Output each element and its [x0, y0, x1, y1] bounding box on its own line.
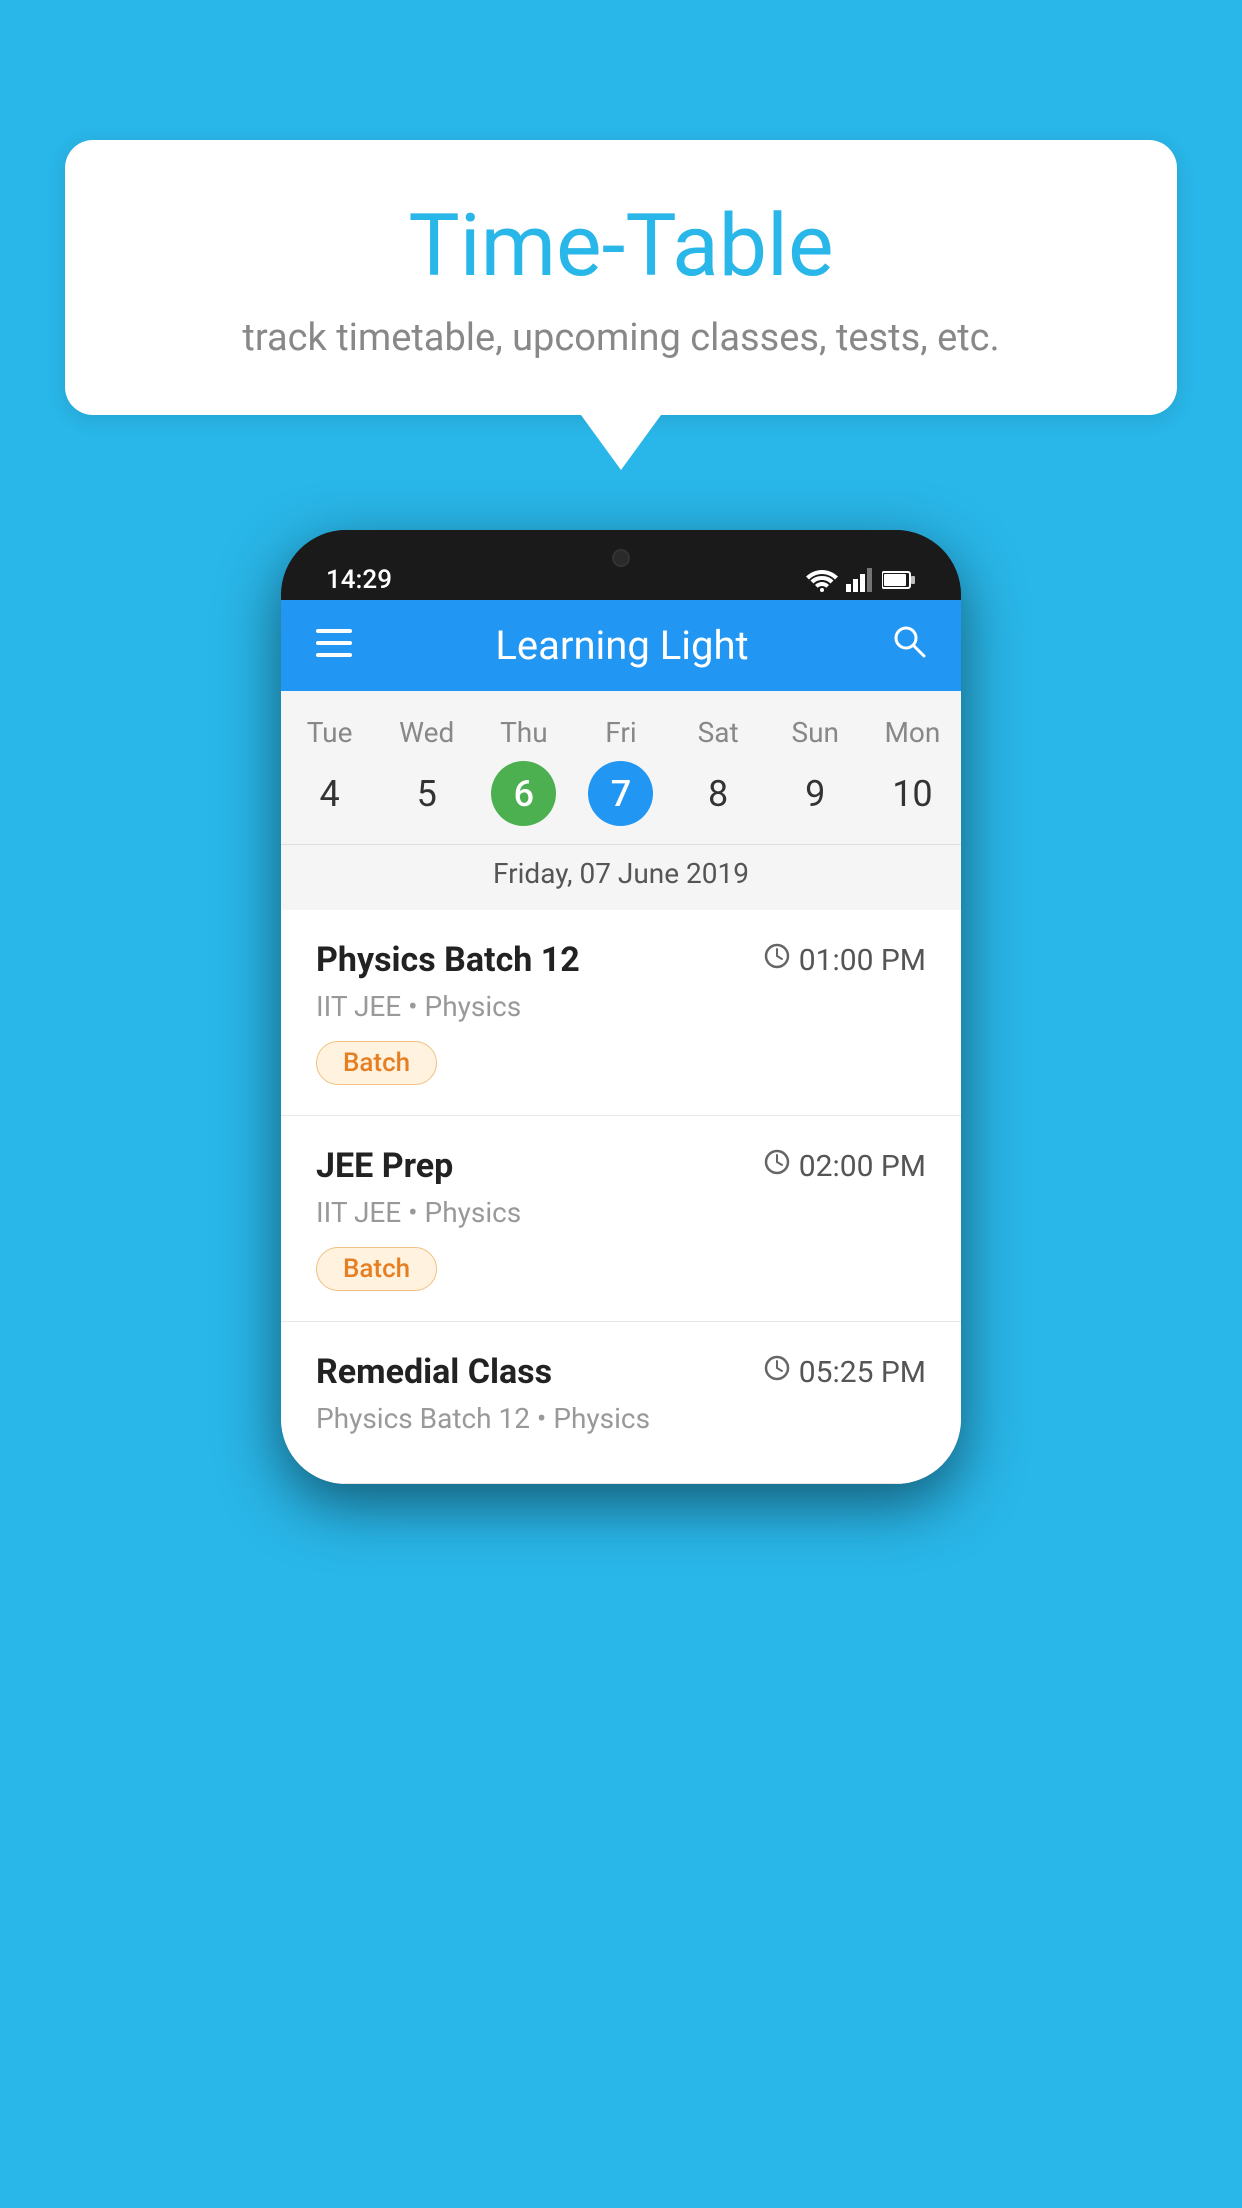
day-header-fri: Fri: [572, 716, 669, 749]
clock-icon-1: [763, 942, 791, 978]
feature-subtitle: track timetable, upcoming classes, tests…: [125, 316, 1117, 360]
schedule-item-1-time: 01:00 PM: [763, 942, 926, 978]
schedule-item-3-title: Remedial Class: [316, 1352, 552, 1392]
batch-badge-1: Batch: [316, 1041, 437, 1085]
day-10[interactable]: 10: [880, 761, 945, 826]
hamburger-icon[interactable]: [316, 629, 352, 663]
day-header-wed: Wed: [378, 716, 475, 749]
schedule-item-1-meta: IIT JEE • Physics: [316, 990, 926, 1023]
selected-date-label: Friday, 07 June 2019: [281, 844, 961, 910]
app-title: Learning Light: [495, 622, 748, 669]
schedule-item-3-header: Remedial Class 05:25 PM: [316, 1352, 926, 1392]
day-header-sun: Sun: [767, 716, 864, 749]
calendar-strip: Tue Wed Thu Fri Sat Sun Mon 4 5 6 7 8 9 …: [281, 691, 961, 910]
status-time: 14:29: [326, 565, 392, 595]
phone-header: 14:29: [281, 530, 961, 600]
schedule-item-3-meta: Physics Batch 12 • Physics: [316, 1402, 926, 1435]
speech-bubble-card: Time-Table track timetable, upcoming cla…: [65, 140, 1177, 415]
phone-mockup-container: 14:29: [65, 530, 1177, 1484]
speech-bubble-section: Time-Table track timetable, upcoming cla…: [65, 140, 1177, 470]
day-header-tue: Tue: [281, 716, 378, 749]
schedule-item-2-header: JEE Prep 02:00 PM: [316, 1146, 926, 1186]
signal-icon: [846, 568, 874, 592]
app-bar: Learning Light: [281, 600, 961, 691]
day-numbers: 4 5 6 7 8 9 10: [281, 761, 961, 826]
clock-icon-2: [763, 1148, 791, 1184]
day-header-mon: Mon: [864, 716, 961, 749]
day-9[interactable]: 9: [783, 761, 848, 826]
day-8[interactable]: 8: [686, 761, 751, 826]
schedule-item-3-time: 05:25 PM: [763, 1354, 926, 1390]
schedule-item-3[interactable]: Remedial Class 05:25 PM: [281, 1322, 961, 1484]
schedule-list: Physics Batch 12 01:00 PM: [281, 910, 961, 1484]
day-5[interactable]: 5: [394, 761, 459, 826]
schedule-item-1-header: Physics Batch 12 01:00 PM: [316, 940, 926, 980]
wifi-icon: [806, 568, 838, 592]
camera: [612, 549, 630, 567]
batch-badge-2: Batch: [316, 1247, 437, 1291]
schedule-item-2-title: JEE Prep: [316, 1146, 453, 1186]
day-7-selected[interactable]: 7: [588, 761, 653, 826]
day-header-thu: Thu: [475, 716, 572, 749]
schedule-item-1[interactable]: Physics Batch 12 01:00 PM: [281, 910, 961, 1116]
phone-mockup: 14:29: [281, 530, 961, 1484]
feature-title: Time-Table: [125, 195, 1117, 296]
speech-bubble-arrow: [581, 415, 661, 470]
schedule-item-2-time: 02:00 PM: [763, 1148, 926, 1184]
schedule-item-1-title: Physics Batch 12: [316, 940, 580, 980]
status-icons: [806, 568, 916, 592]
schedule-item-2-meta: IIT JEE • Physics: [316, 1196, 926, 1229]
phone-screen: Learning Light Tue Wed Thu Fri Sat Sun: [281, 600, 961, 1484]
clock-icon-3: [763, 1354, 791, 1390]
day-header-sat: Sat: [670, 716, 767, 749]
battery-icon: [882, 570, 916, 590]
schedule-item-2[interactable]: JEE Prep 02:00 PM: [281, 1116, 961, 1322]
day-headers: Tue Wed Thu Fri Sat Sun Mon: [281, 716, 961, 749]
search-icon[interactable]: [892, 624, 926, 667]
day-4[interactable]: 4: [297, 761, 362, 826]
day-6-today[interactable]: 6: [491, 761, 556, 826]
